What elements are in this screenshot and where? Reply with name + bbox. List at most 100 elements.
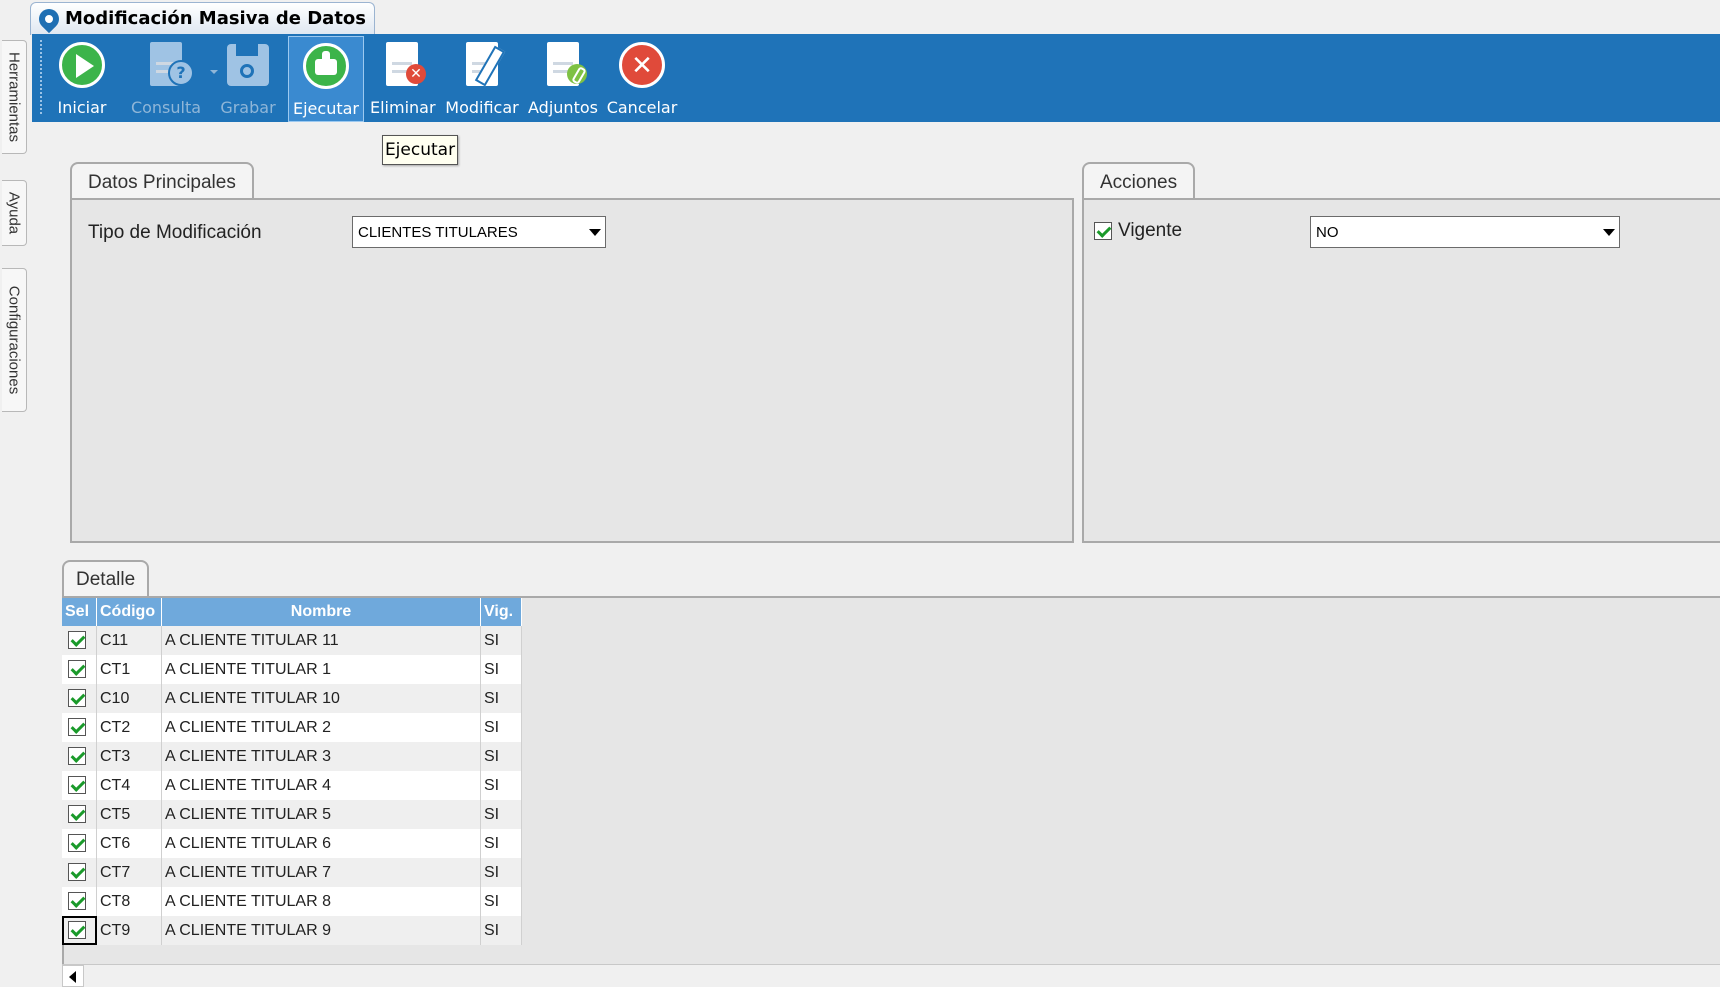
iniciar-button[interactable]: Iniciar [52,36,112,120]
vig-cell: SI [480,887,522,916]
row-checkbox[interactable] [68,834,86,852]
nombre-cell: A CLIENTE TITULAR 6 [161,829,481,858]
tab-acciones[interactable]: Acciones [1082,162,1196,202]
column-header-nombre[interactable]: Nombre [161,598,481,626]
row-checkbox[interactable] [68,718,86,736]
vig-cell: SI [480,684,522,713]
sel-cell[interactable] [62,713,97,742]
ejecutar-button[interactable]: Ejecutar [288,36,364,122]
adjuntos-button[interactable]: Adjuntos [528,36,598,120]
codigo-cell: CT9 [96,916,162,945]
nombre-cell: A CLIENTE TITULAR 1 [161,655,481,684]
sel-cell[interactable] [62,742,97,771]
row-checkbox[interactable] [68,747,86,765]
column-header-vig[interactable]: Vig. [480,598,522,626]
vig-cell: SI [480,771,522,800]
tab-detalle[interactable]: Detalle [62,560,150,598]
nombre-cell: A CLIENTE TITULAR 10 [161,684,481,713]
vigente-checkbox[interactable] [1094,222,1112,240]
table-row[interactable]: CT9 A CLIENTE TITULAR 9 SI [62,916,522,945]
row-checkbox[interactable] [68,776,86,794]
ejecutar-tooltip: Ejecutar [382,135,458,165]
column-header-codigo[interactable]: Código [96,598,162,626]
column-header-sel[interactable]: Sel [62,598,97,626]
table-row[interactable]: CT3 A CLIENTE TITULAR 3 SI [62,742,522,771]
chevron-down-icon[interactable] [583,217,605,247]
row-checkbox[interactable] [68,689,86,707]
tipo-modificacion-select[interactable]: CLIENTES TITULARES [352,216,606,248]
table-row[interactable]: CT5 A CLIENTE TITULAR 5 SI [62,800,522,829]
vig-cell: SI [480,858,522,887]
sel-cell[interactable] [62,887,97,916]
vig-cell: SI [480,800,522,829]
row-checkbox[interactable] [68,660,86,678]
sel-cell[interactable] [62,626,97,655]
codigo-cell: CT6 [96,829,162,858]
codigo-cell: CT8 [96,887,162,916]
sel-cell[interactable] [62,858,97,887]
row-checkbox[interactable] [68,863,86,881]
codigo-cell: CT2 [96,713,162,742]
sel-cell[interactable] [62,829,97,858]
side-tab-label: Ayuda [5,191,23,235]
side-tab-ayuda[interactable]: Ayuda [2,180,27,246]
window-title-tab[interactable]: Modificación Masiva de Datos [30,2,375,35]
tab-datos-principales[interactable]: Datos Principales [70,162,254,202]
ejecutar-label: Ejecutar [293,99,359,118]
table-row[interactable]: CT2 A CLIENTE TITULAR 2 SI [62,713,522,742]
side-tab-label: Configuraciones [5,285,23,395]
table-row[interactable]: CT4 A CLIENTE TITULAR 4 SI [62,771,522,800]
grabar-button[interactable]: Grabar [220,36,276,120]
cancelar-label: Cancelar [606,98,678,117]
row-checkbox[interactable] [68,892,86,910]
play-icon [56,40,108,92]
vigente-select[interactable]: NO [1310,216,1620,248]
app-logo-icon [34,4,64,34]
adjuntos-label: Adjuntos [528,98,598,117]
codigo-cell: C10 [96,684,162,713]
left-side-rail: Herramientas Ayuda Configuraciones [0,34,30,987]
tipo-modificacion-label: Tipo de Modificación [88,222,262,243]
nombre-cell: A CLIENTE TITULAR 5 [161,800,481,829]
codigo-cell: CT5 [96,800,162,829]
vig-cell: SI [480,742,522,771]
codigo-cell: C11 [96,626,162,655]
side-tab-herramientas[interactable]: Herramientas [2,40,27,154]
nombre-cell: A CLIENTE TITULAR 3 [161,742,481,771]
vigente-value: NO [1316,224,1339,241]
consulta-button[interactable]: ? Consulta [126,36,206,120]
vig-cell: SI [480,626,522,655]
sel-cell[interactable] [62,800,97,829]
tipo-modificacion-value: CLIENTES TITULARES [358,224,518,241]
table-row[interactable]: CT6 A CLIENTE TITULAR 6 SI [62,829,522,858]
eliminar-label: Eliminar [370,98,436,117]
row-checkbox[interactable] [68,631,86,649]
sel-cell[interactable] [62,771,97,800]
table-row[interactable]: CT8 A CLIENTE TITULAR 8 SI [62,887,522,916]
sel-cell-focused[interactable] [62,916,97,945]
eliminar-button[interactable]: ✕ Eliminar [370,36,436,120]
table-row[interactable]: CT7 A CLIENTE TITULAR 7 SI [62,858,522,887]
delete-document-icon: ✕ [376,40,428,92]
sel-cell[interactable] [62,655,97,684]
row-checkbox[interactable] [68,921,86,939]
vig-cell: SI [480,829,522,858]
vig-cell: SI [480,916,522,945]
chevron-down-icon[interactable] [1597,217,1619,247]
grabar-label: Grabar [220,98,276,117]
table-row[interactable]: C10 A CLIENTE TITULAR 10 SI [62,684,522,713]
scroll-left-arrow-icon[interactable] [62,965,84,987]
horizontal-scrollbar[interactable] [62,964,1720,987]
nombre-cell: A CLIENTE TITULAR 8 [161,887,481,916]
sel-cell[interactable] [62,684,97,713]
side-tab-configuraciones[interactable]: Configuraciones [2,268,27,412]
table-row[interactable]: C11 A CLIENTE TITULAR 11 SI [62,626,522,655]
vigente-label: Vigente [1118,220,1183,241]
consulta-dropdown-arrow-icon[interactable] [210,70,218,74]
modificar-button[interactable]: Modificar [444,36,520,120]
cancelar-button[interactable]: ✕ Cancelar [606,36,678,120]
toolbar-grip[interactable] [40,40,44,114]
row-checkbox[interactable] [68,805,86,823]
iniciar-label: Iniciar [57,98,107,117]
table-row[interactable]: CT1 A CLIENTE TITULAR 1 SI [62,655,522,684]
